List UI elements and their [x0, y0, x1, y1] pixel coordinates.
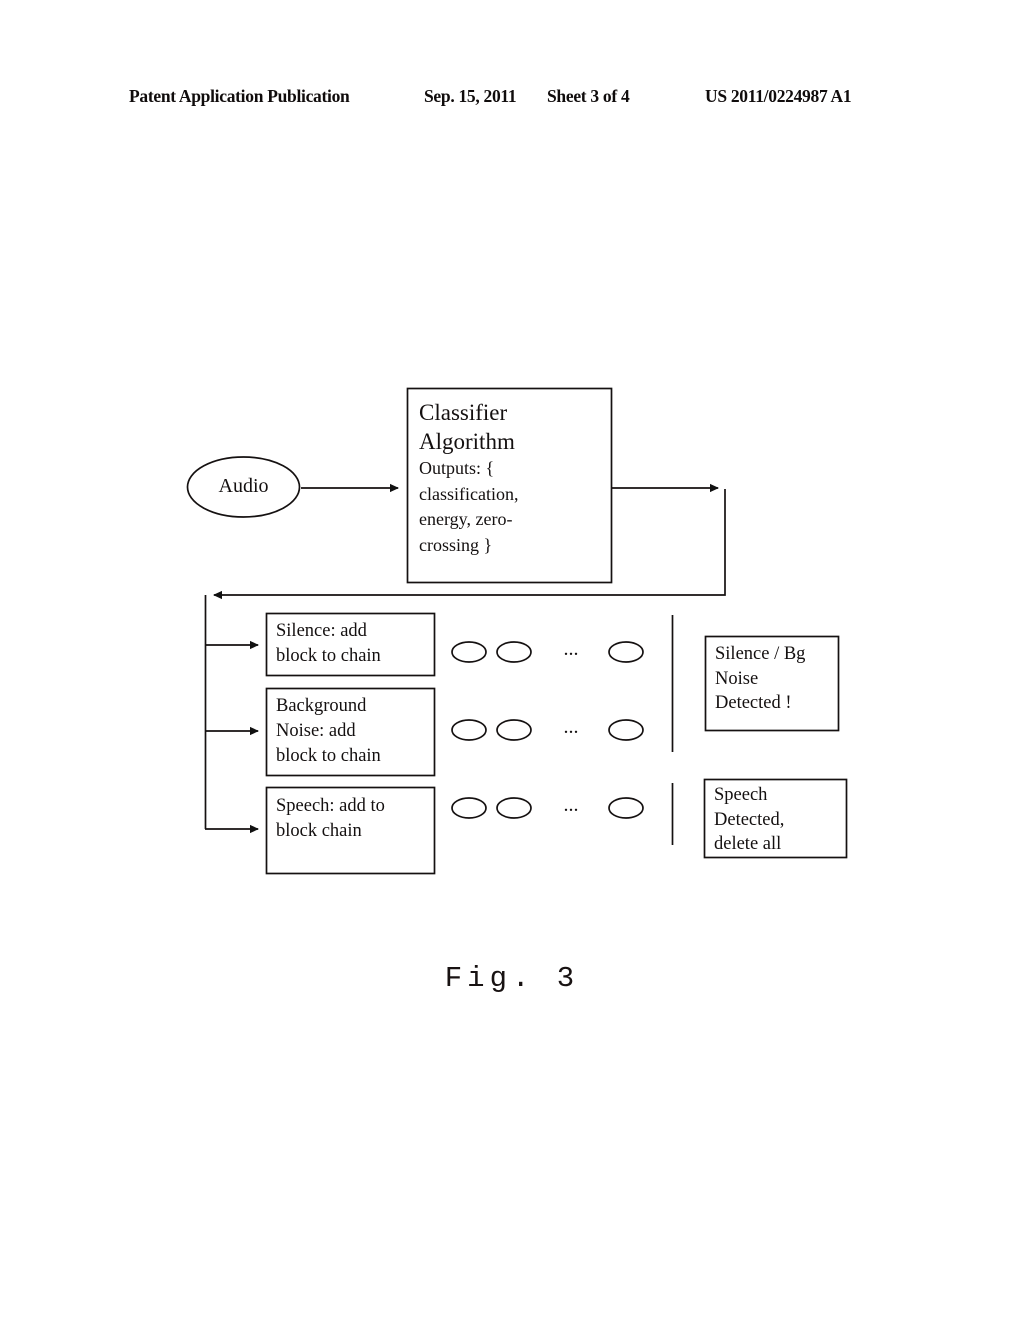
result-box-silence-bg-noise-label: Silence / Bg Noise Detected ! — [715, 644, 806, 713]
chain-block-ellipse — [496, 719, 532, 741]
flowchart-graphics — [186, 387, 848, 875]
chain-block-ellipse — [496, 797, 532, 819]
figure-caption: Fig. 3 — [444, 962, 580, 995]
chain-block-ellipse — [451, 641, 487, 663]
chain-block-ellipse — [451, 719, 487, 741]
chain-ellipsis: ... — [563, 638, 579, 660]
result-box-speech-label: Speech Detected, delete all — [714, 785, 785, 854]
process-box-speech-label: Speech: add to block chain — [276, 796, 385, 841]
process-box-background-noise-label: Background Noise: add block to chain — [276, 696, 381, 766]
chain-block-ellipse — [608, 719, 644, 741]
audio-node-label: Audio — [218, 475, 269, 497]
classifier-outputs-label: Outputs: { classification, energy, zero-… — [419, 458, 519, 555]
chain-block-ellipse — [608, 641, 644, 663]
classifier-title-label: Classifier Algorithm — [419, 400, 515, 454]
chain-block-ellipse — [608, 797, 644, 819]
chain-ellipsis: ... — [563, 794, 579, 816]
figure-3-diagram: ... ... ... Audio Classifier Algorithm O… — [0, 0, 1024, 1320]
chain-ellipsis: ... — [563, 716, 579, 738]
process-box-silence-label: Silence: add block to chain — [276, 621, 381, 666]
chain-block-ellipse — [451, 797, 487, 819]
chain-block-ellipse — [496, 641, 532, 663]
